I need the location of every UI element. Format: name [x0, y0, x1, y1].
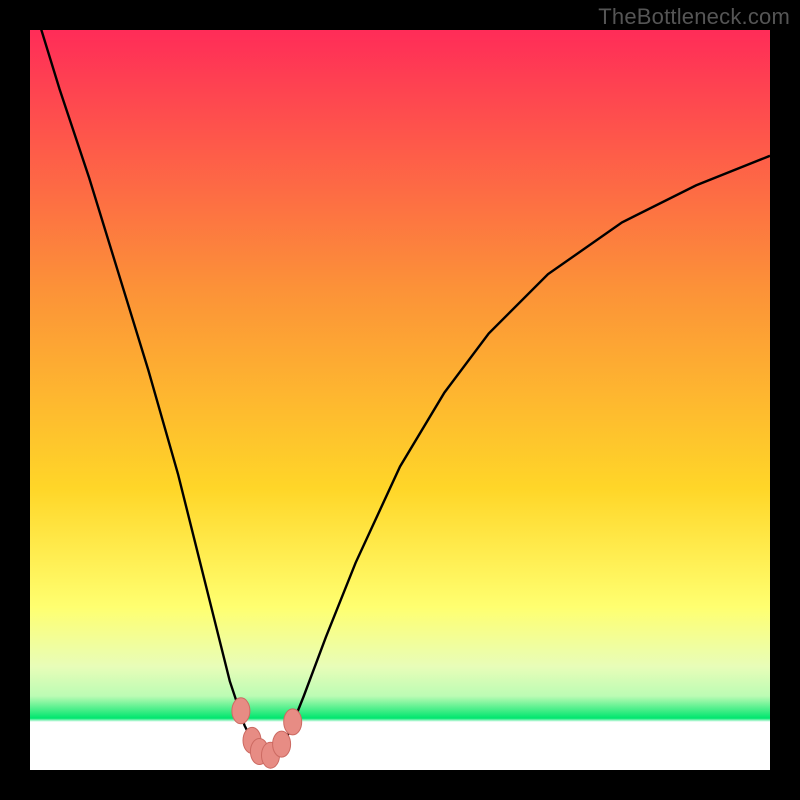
marker-point — [284, 709, 302, 735]
marker-point — [232, 698, 250, 724]
plot-background — [30, 30, 770, 770]
watermark-text: TheBottleneck.com — [598, 4, 790, 30]
bottleneck-chart — [0, 0, 800, 800]
marker-point — [273, 731, 291, 757]
chart-container: { "watermark": "TheBottleneck.com", "col… — [0, 0, 800, 800]
